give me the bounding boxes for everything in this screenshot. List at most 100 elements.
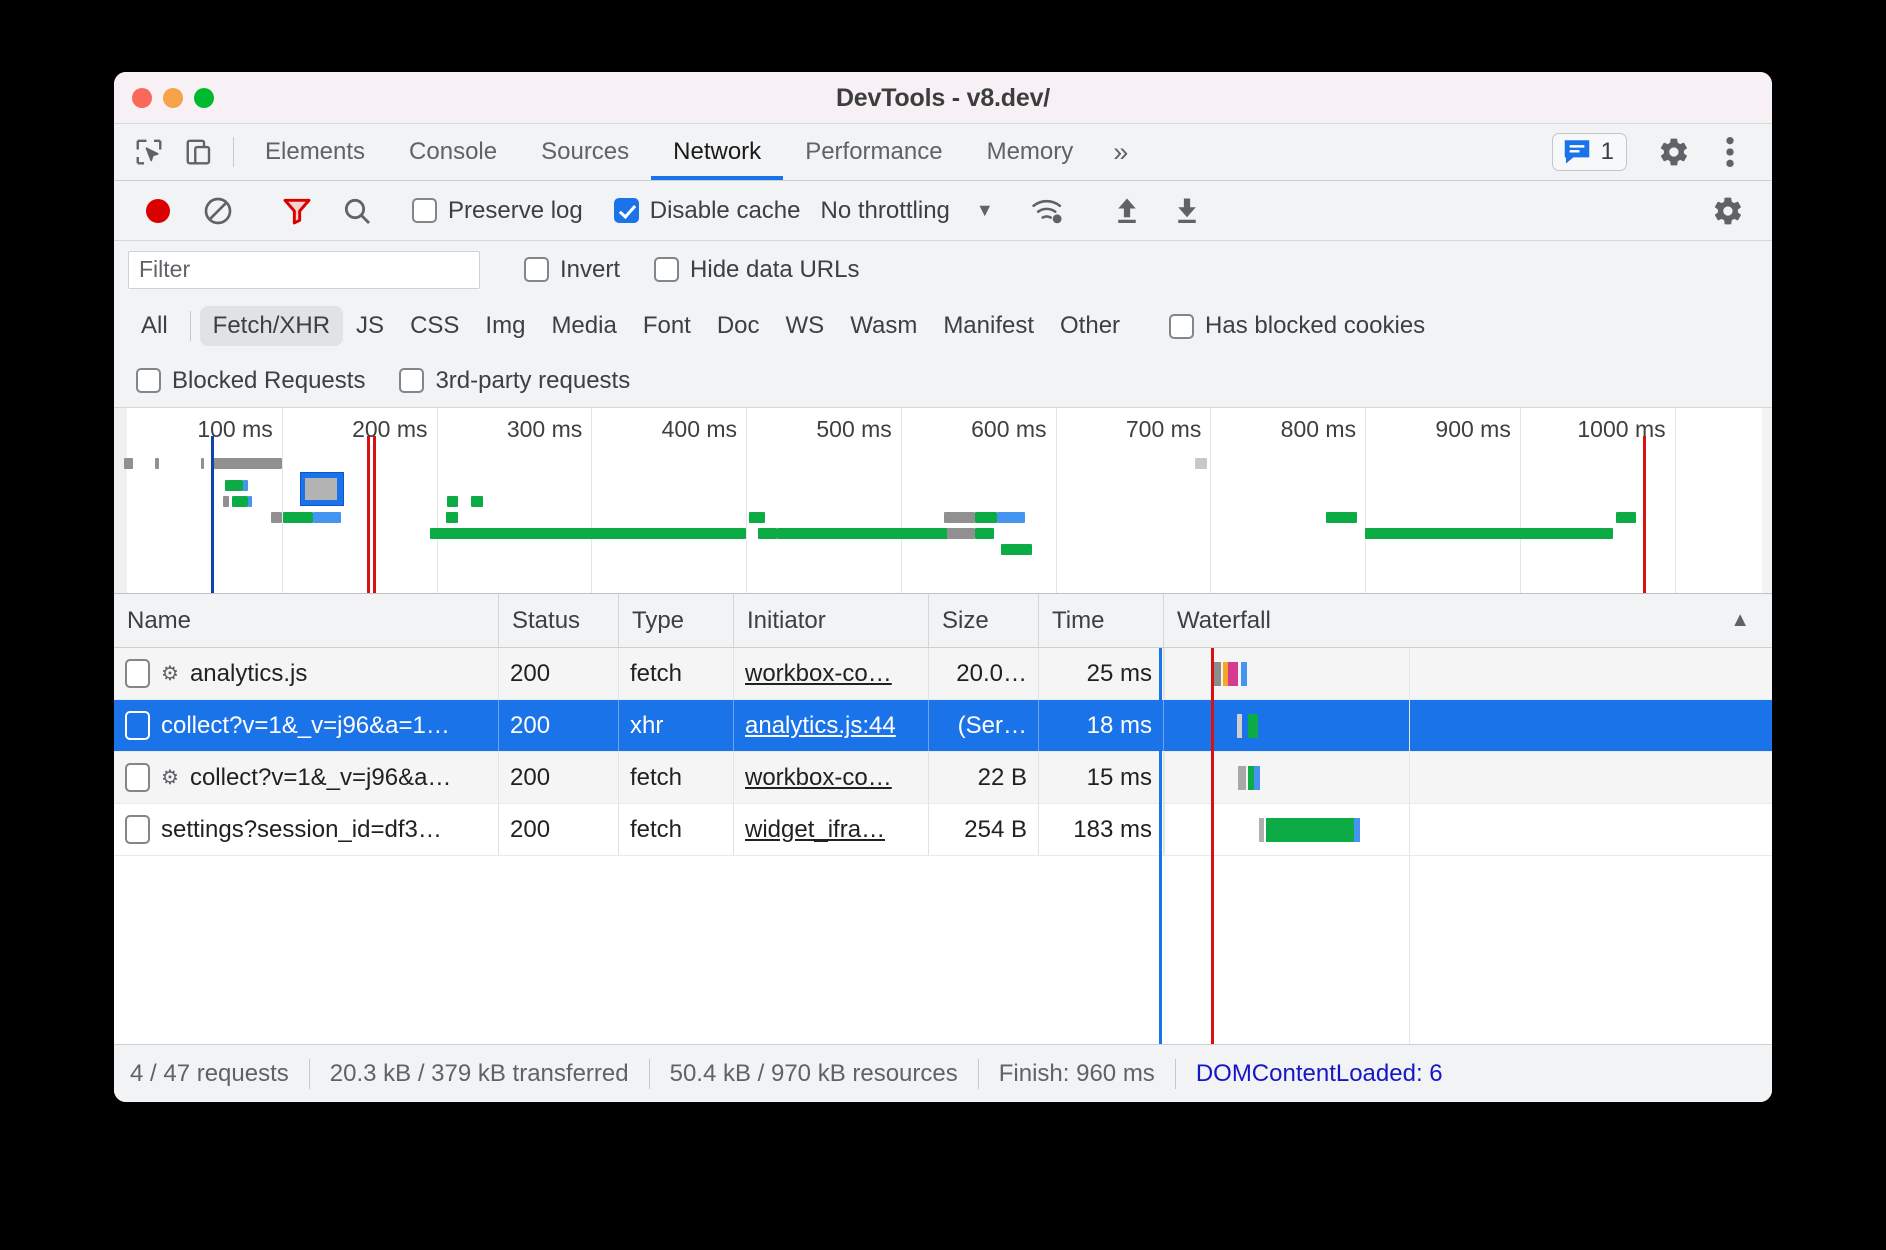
column-header-type[interactable]: Type <box>619 594 734 647</box>
overview-request-bar <box>313 512 341 523</box>
cell-initiator[interactable]: analytics.js:44 <box>734 700 929 751</box>
import-har-icon[interactable] <box>1097 189 1157 233</box>
has-blocked-cookies-checkbox[interactable]: Has blocked cookies <box>1163 312 1431 340</box>
type-filter-img[interactable]: Img <box>472 306 538 346</box>
request-name: collect?v=1&_v=j96&a=1… <box>161 712 450 740</box>
overview-tick-label: 100 ms <box>197 416 281 443</box>
table-row[interactable]: ⚙ collect?v=1&_v=j96&a… 200 fetch workbo… <box>114 752 1772 804</box>
overview-request-bar <box>997 512 1025 523</box>
table-row[interactable]: ⚙ analytics.js 200 fetch workbox-co… 20.… <box>114 648 1772 700</box>
status-domcontentloaded: DOMContentLoaded: 6 <box>1176 1060 1463 1088</box>
table-row[interactable]: collect?v=1&_v=j96&a=1… 200 xhr analytic… <box>114 700 1772 752</box>
third-party-requests-checkbox[interactable]: 3rd-party requests <box>393 367 636 395</box>
type-filter-doc[interactable]: Doc <box>704 306 773 346</box>
column-header-time[interactable]: Time <box>1039 594 1164 647</box>
overview-request-bar <box>212 458 282 469</box>
cell-initiator[interactable]: workbox-co… <box>734 752 929 803</box>
waterfall-lane <box>1164 648 1772 699</box>
cell-time: 18 ms <box>1039 700 1164 751</box>
tab-sources[interactable]: Sources <box>519 124 651 180</box>
invert-checkbox[interactable]: Invert <box>518 256 626 284</box>
tab-network[interactable]: Network <box>651 124 783 180</box>
search-input[interactable]: Filter <box>128 251 480 289</box>
message-bubble-icon <box>1562 139 1592 166</box>
preserve-log-checkbox[interactable]: Preserve log <box>406 197 589 225</box>
blocked-requests-checkbox[interactable]: Blocked Requests <box>130 367 371 395</box>
cell-initiator[interactable]: workbox-co… <box>734 648 929 699</box>
row-checkbox[interactable] <box>125 659 150 688</box>
cell-time: 15 ms <box>1039 752 1164 803</box>
overview-request-bar <box>975 528 994 539</box>
initiator-link[interactable]: workbox-co… <box>745 764 892 792</box>
type-filter-media[interactable]: Media <box>538 306 629 346</box>
message-count-badge[interactable]: 1 <box>1552 133 1627 171</box>
overview-scrollbar[interactable] <box>1762 408 1772 593</box>
initiator-link[interactable]: workbox-co… <box>745 660 892 688</box>
network-settings-gear-icon[interactable] <box>1698 189 1758 233</box>
row-checkbox[interactable] <box>125 711 150 740</box>
type-filter-manifest[interactable]: Manifest <box>930 306 1047 346</box>
sort-ascending-icon: ▲ <box>1730 609 1750 632</box>
cell-name[interactable]: ⚙ collect?v=1&_v=j96&a… <box>114 752 499 803</box>
type-filter-fetch-xhr[interactable]: Fetch/XHR <box>200 306 343 346</box>
overview-tick-label: 900 ms <box>1435 416 1519 443</box>
overview-load-marker-c <box>1643 436 1646 593</box>
device-toolbar-icon[interactable] <box>174 124 224 180</box>
waterfall-gridline <box>1409 648 1410 1044</box>
overview-tick-label: 600 ms <box>971 416 1055 443</box>
network-overview-timeline[interactable]: 100 ms200 ms300 ms400 ms500 ms600 ms700 … <box>114 408 1772 594</box>
preserve-log-checkbox-box <box>412 198 437 223</box>
has-blocked-cookies-label: Has blocked cookies <box>1205 312 1425 340</box>
search-button[interactable] <box>327 189 387 233</box>
chevron-down-icon[interactable]: ▼ <box>976 200 994 221</box>
tab-performance[interactable]: Performance <box>783 124 964 180</box>
column-header-name[interactable]: Name <box>114 594 499 647</box>
overview-tick-label: 500 ms <box>816 416 900 443</box>
row-checkbox[interactable] <box>125 815 150 844</box>
throttling-select[interactable]: No throttling <box>820 197 949 225</box>
cell-initiator[interactable]: widget_ifra… <box>734 804 929 855</box>
type-filter-ws[interactable]: WS <box>773 306 838 346</box>
column-header-initiator[interactable]: Initiator <box>734 594 929 647</box>
hide-data-urls-checkbox[interactable]: Hide data URLs <box>648 256 865 284</box>
overview-request-bar <box>223 496 229 507</box>
type-filter-wasm[interactable]: Wasm <box>837 306 930 346</box>
more-tabs-icon[interactable]: » <box>1095 124 1146 180</box>
tab-console[interactable]: Console <box>387 124 519 180</box>
row-checkbox[interactable] <box>125 763 150 792</box>
overview-request-bar <box>975 512 997 523</box>
column-header-size[interactable]: Size <box>929 594 1039 647</box>
inspect-element-icon[interactable] <box>124 124 174 180</box>
cell-name[interactable]: settings?session_id=df3… <box>114 804 499 855</box>
cell-name[interactable]: collect?v=1&_v=j96&a=1… <box>114 700 499 751</box>
type-filter-divider <box>190 311 191 341</box>
tab-elements[interactable]: Elements <box>243 124 387 180</box>
window-titlebar: DevTools - v8.dev/ <box>114 72 1772 124</box>
clear-button[interactable] <box>188 189 248 233</box>
filter-button[interactable] <box>267 189 327 233</box>
overview-request-bar <box>225 480 244 491</box>
type-filter-all[interactable]: All <box>128 306 181 346</box>
cell-name[interactable]: ⚙ analytics.js <box>114 648 499 699</box>
export-har-icon[interactable] <box>1157 189 1217 233</box>
overview-request-bar <box>1001 544 1032 555</box>
overview-tick-line <box>1675 408 1676 593</box>
type-filter-js[interactable]: JS <box>343 306 397 346</box>
column-header-status[interactable]: Status <box>499 594 619 647</box>
type-filter-css[interactable]: CSS <box>397 306 472 346</box>
record-button[interactable] <box>128 189 188 233</box>
disable-cache-checkbox[interactable]: Disable cache <box>608 197 807 225</box>
tab-memory[interactable]: Memory <box>965 124 1096 180</box>
table-row[interactable]: settings?session_id=df3… 200 fetch widge… <box>114 804 1772 856</box>
network-conditions-icon[interactable] <box>1018 189 1078 233</box>
status-resources: 50.4 kB / 970 kB resources <box>650 1060 978 1088</box>
settings-gear-icon[interactable] <box>1646 127 1702 177</box>
initiator-link[interactable]: widget_ifra… <box>745 816 885 844</box>
filter-row: Filter Invert Hide data URLs <box>114 241 1772 298</box>
overview-request-bar <box>749 512 764 523</box>
initiator-link[interactable]: analytics.js:44 <box>745 712 896 740</box>
more-options-icon[interactable] <box>1702 127 1758 177</box>
column-header-waterfall[interactable]: Waterfall ▲ <box>1164 594 1772 647</box>
type-filter-other[interactable]: Other <box>1047 306 1133 346</box>
type-filter-font[interactable]: Font <box>630 306 704 346</box>
